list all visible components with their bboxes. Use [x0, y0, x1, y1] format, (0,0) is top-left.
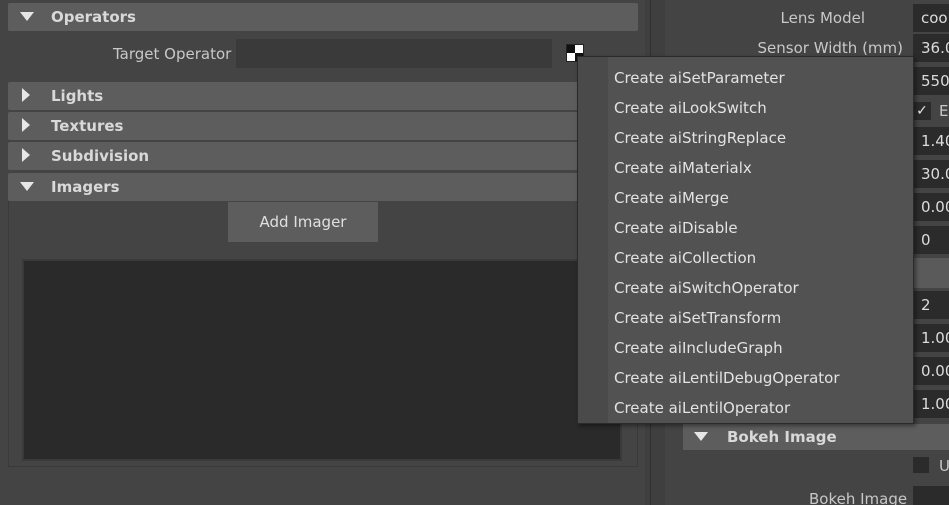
section-header-operators[interactable]: Operators: [8, 3, 638, 31]
section-header-lights[interactable]: Lights: [8, 82, 638, 110]
section-header-textures[interactable]: Textures: [8, 112, 638, 140]
value-field[interactable]: 1.40: [913, 127, 949, 155]
section-title: Textures: [51, 117, 124, 135]
checkbox-label: U: [939, 457, 949, 475]
menu-item-ailentiloperator[interactable]: Create aiLentilOperator: [614, 393, 790, 423]
value-field[interactable]: 0.00: [913, 357, 949, 385]
sensor-width-field[interactable]: 36.0: [913, 34, 949, 62]
slider-bar[interactable]: [913, 258, 949, 288]
checkbox-checked[interactable]: ✓: [913, 102, 931, 120]
menu-item-ailookswitch[interactable]: Create aiLookSwitch: [614, 93, 767, 123]
imager-list[interactable]: [22, 259, 622, 461]
section-title: Imagers: [51, 178, 120, 196]
section-title: Subdivision: [51, 147, 150, 165]
menu-item-aidisable[interactable]: Create aiDisable: [614, 213, 738, 243]
triangle-right-icon: [22, 118, 30, 132]
triangle-down-icon: [694, 432, 708, 441]
menu-item-aicollection[interactable]: Create aiCollection: [614, 243, 756, 273]
section-header-subdivision[interactable]: Subdivision: [8, 142, 638, 170]
section-title: Bokeh Image: [727, 428, 837, 446]
triangle-down-icon: [20, 182, 34, 191]
checkbox-unchecked[interactable]: [913, 457, 929, 473]
lens-model-field[interactable]: cook: [913, 4, 949, 32]
value-field[interactable]: 1.00: [913, 324, 949, 352]
section-header-imagers[interactable]: Imagers: [8, 173, 638, 201]
create-operator-menu: Create aiSetParameter Create aiLookSwitc…: [577, 56, 914, 424]
triangle-right-icon: [22, 148, 30, 162]
add-imager-button[interactable]: Add Imager: [228, 202, 378, 242]
attribute-panel-left: Operators Target Operator Lights Texture…: [0, 0, 645, 505]
value-field[interactable]: 30.0: [913, 160, 949, 188]
menu-item-aimerge[interactable]: Create aiMerge: [614, 183, 729, 213]
section-header-bokeh-image[interactable]: Bokeh Image: [683, 424, 949, 450]
sensor-width-label: Sensor Width (mm): [757, 39, 903, 57]
menu-item-aiswitchoperator[interactable]: Create aiSwitchOperator: [614, 273, 799, 303]
lens-model-label: Lens Model: [780, 9, 865, 27]
checkbox-label: E: [939, 102, 949, 120]
menu-item-aisettransform[interactable]: Create aiSetTransform: [614, 303, 781, 333]
menu-gutter: [578, 57, 608, 423]
triangle-down-icon: [20, 12, 34, 21]
value-field[interactable]: 1.00: [913, 390, 949, 418]
triangle-right-icon: [22, 88, 30, 102]
value-field[interactable]: 0.00: [913, 193, 949, 221]
value-field[interactable]: 550: [913, 67, 949, 95]
value-field[interactable]: 0: [913, 226, 949, 254]
bokeh-image-label: Bokeh Image: [809, 490, 908, 505]
menu-item-ailentildebugoperator[interactable]: Create aiLentilDebugOperator: [614, 363, 839, 393]
section-title: Lights: [51, 87, 104, 105]
bokeh-image-field[interactable]: [913, 486, 949, 505]
section-title: Operators: [51, 8, 136, 26]
menu-item-aimaterialx[interactable]: Create aiMaterialx: [614, 153, 752, 183]
menu-item-aisetparameter[interactable]: Create aiSetParameter: [614, 63, 785, 93]
target-operator-field[interactable]: [236, 39, 552, 68]
value-field[interactable]: 2: [913, 291, 949, 319]
menu-item-aistringreplace[interactable]: Create aiStringReplace: [614, 123, 786, 153]
menu-item-aiincludegraph[interactable]: Create aiIncludeGraph: [614, 333, 783, 363]
target-operator-label: Target Operator: [113, 45, 232, 63]
